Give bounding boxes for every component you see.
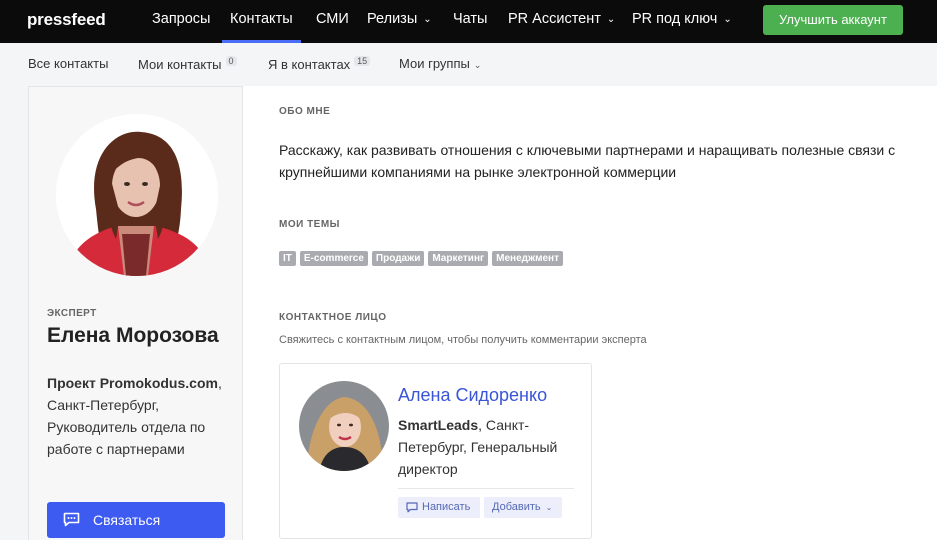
avatar <box>56 114 218 276</box>
subnav-my-groups[interactable]: Мои группы ⌄ <box>399 56 481 71</box>
add-button-label: Добавить <box>492 501 541 513</box>
nav-label: Чаты <box>453 11 488 27</box>
contact-person-name[interactable]: Алена Сидоренко <box>398 385 547 406</box>
nav-label: PR под ключ <box>632 11 718 27</box>
write-message-button[interactable]: Написать <box>398 497 480 518</box>
contact-photo <box>299 381 389 471</box>
profile-card: ЭКСПЕРТ Елена Морозова Проект Promokodus… <box>28 86 243 540</box>
chevron-down-icon: ⌄ <box>723 14 732 25</box>
contact-person-company: SmartLeads <box>398 417 479 433</box>
contact-person-subtitle: Свяжитесь с контактным лицом, чтобы полу… <box>279 334 647 346</box>
nav-item-releases[interactable]: Релизы ⌄ <box>367 0 432 43</box>
subnav-label: Все контакты <box>28 56 109 71</box>
profile-main: ОБО МНЕ Расскажу, как развивать отношени… <box>243 86 937 540</box>
nav-label: Контакты <box>230 11 293 27</box>
divider <box>398 488 574 489</box>
nav-item-pr-turnkey[interactable]: PR под ключ ⌄ <box>632 0 732 43</box>
nav-item-contacts[interactable]: Контакты <box>222 0 301 43</box>
about-title: ОБО МНЕ <box>279 106 331 117</box>
chevron-down-icon: ⌄ <box>423 14 432 25</box>
contact-button-label: Связаться <box>93 512 161 528</box>
topic-tag[interactable]: IT <box>279 251 296 266</box>
chat-icon <box>63 512 80 527</box>
chevron-down-icon: ⌄ <box>545 503 553 512</box>
top-navbar: pressfeed Запросы Контакты СМИ Релизы ⌄ Ч… <box>0 0 937 43</box>
topics-title: МОИ ТЕМЫ <box>279 219 340 230</box>
subnav-my-contacts[interactable]: Мои контакты 0 <box>138 56 237 72</box>
nav-item-requests[interactable]: Запросы <box>152 0 210 43</box>
profile-role: ЭКСПЕРТ <box>47 308 97 319</box>
topic-tag[interactable]: Маркетинг <box>428 251 489 266</box>
topic-tags: IT E-commerce Продажи Маркетинг Менеджме… <box>279 251 563 266</box>
about-text: Расскажу, как развивать отношения с ключ… <box>279 142 896 180</box>
profile-company: Проект Promokodus.com <box>47 375 218 391</box>
nav-label: PR Ассистент <box>508 11 601 27</box>
topic-tag[interactable]: E-commerce <box>299 251 368 266</box>
contact-person-card: Алена Сидоренко SmartLeads, Санкт-Петерб… <box>279 363 592 539</box>
chevron-down-icon: ⌄ <box>473 60 482 70</box>
subnav-label: Я в контактах <box>268 57 351 72</box>
topic-tag[interactable]: Менеджмент <box>492 251 563 266</box>
message-icon <box>406 502 418 513</box>
avatar <box>299 381 389 471</box>
profile-bio: Проект Promokodus.com, Санкт-Петербург, … <box>47 372 227 460</box>
nav-label: СМИ <box>316 11 349 27</box>
subnav-all-contacts[interactable]: Все контакты <box>28 56 108 71</box>
chevron-down-icon: ⌄ <box>606 14 616 25</box>
nav-item-pr-assistant[interactable]: PR Ассистент ⌄ <box>508 0 615 43</box>
subnav-in-contacts[interactable]: Я в контактах 15 <box>268 56 371 72</box>
nav-item-chats[interactable]: Чаты <box>453 0 487 43</box>
contact-person-title: КОНТАКТНОЕ ЛИЦО <box>279 312 387 323</box>
contact-expert-button[interactable]: Связаться <box>47 502 225 538</box>
profile-photo <box>56 114 218 276</box>
subnav-label: Мои группы <box>399 56 470 71</box>
contacts-subnav: Все контакты Мои контакты 0 Я в контактах… <box>0 43 937 86</box>
profile-name: Елена Морозова <box>47 324 219 347</box>
app-logo[interactable]: pressfeed <box>27 10 106 30</box>
count-badge: 0 <box>225 56 237 66</box>
subnav-label: Мои контакты <box>138 57 222 72</box>
nav-label: Запросы <box>152 11 211 27</box>
add-contact-dropdown[interactable]: Добавить ⌄ <box>484 497 562 518</box>
nav-item-media[interactable]: СМИ <box>316 0 349 43</box>
upgrade-account-button[interactable]: Улучшить аккаунт <box>763 5 903 35</box>
contact-person-info: SmartLeads, Санкт-Петербург, Генеральный… <box>398 414 578 480</box>
count-badge: 15 <box>354 56 371 66</box>
write-button-label: Написать <box>422 501 471 513</box>
topic-tag[interactable]: Продажи <box>371 251 425 266</box>
nav-label: Релизы <box>367 11 418 27</box>
